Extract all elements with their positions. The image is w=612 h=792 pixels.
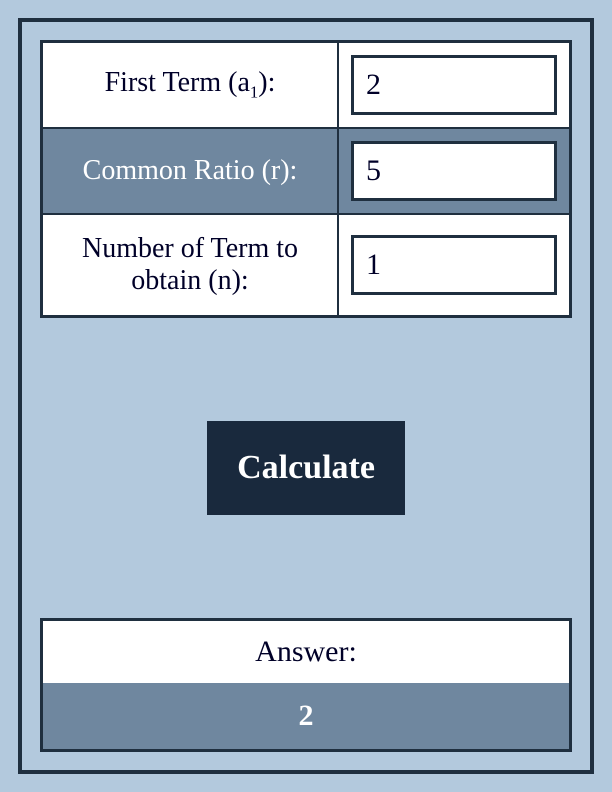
- common-ratio-label: Common Ratio (r):: [43, 129, 339, 213]
- answer-box: Answer: 2: [40, 618, 572, 752]
- calculator-panel: First Term (a1): Common Ratio (r): Numbe…: [18, 18, 594, 774]
- first-term-input-cell: [339, 43, 569, 127]
- first-term-row: First Term (a1):: [43, 43, 569, 129]
- input-table: First Term (a1): Common Ratio (r): Numbe…: [40, 40, 572, 318]
- calculate-button[interactable]: Calculate: [207, 421, 405, 515]
- num-terms-input[interactable]: [351, 235, 557, 295]
- num-terms-input-cell: [339, 215, 569, 315]
- common-ratio-input[interactable]: [351, 141, 557, 201]
- first-term-label: First Term (a1):: [43, 43, 339, 127]
- common-ratio-row: Common Ratio (r):: [43, 129, 569, 215]
- num-terms-label: Number of Term to obtain (n):: [43, 215, 339, 315]
- first-term-input[interactable]: [351, 55, 557, 115]
- answer-label: Answer:: [43, 621, 569, 683]
- num-terms-row: Number of Term to obtain (n):: [43, 215, 569, 315]
- common-ratio-input-cell: [339, 129, 569, 213]
- answer-value: 2: [43, 683, 569, 749]
- calculate-area: Calculate: [40, 318, 572, 618]
